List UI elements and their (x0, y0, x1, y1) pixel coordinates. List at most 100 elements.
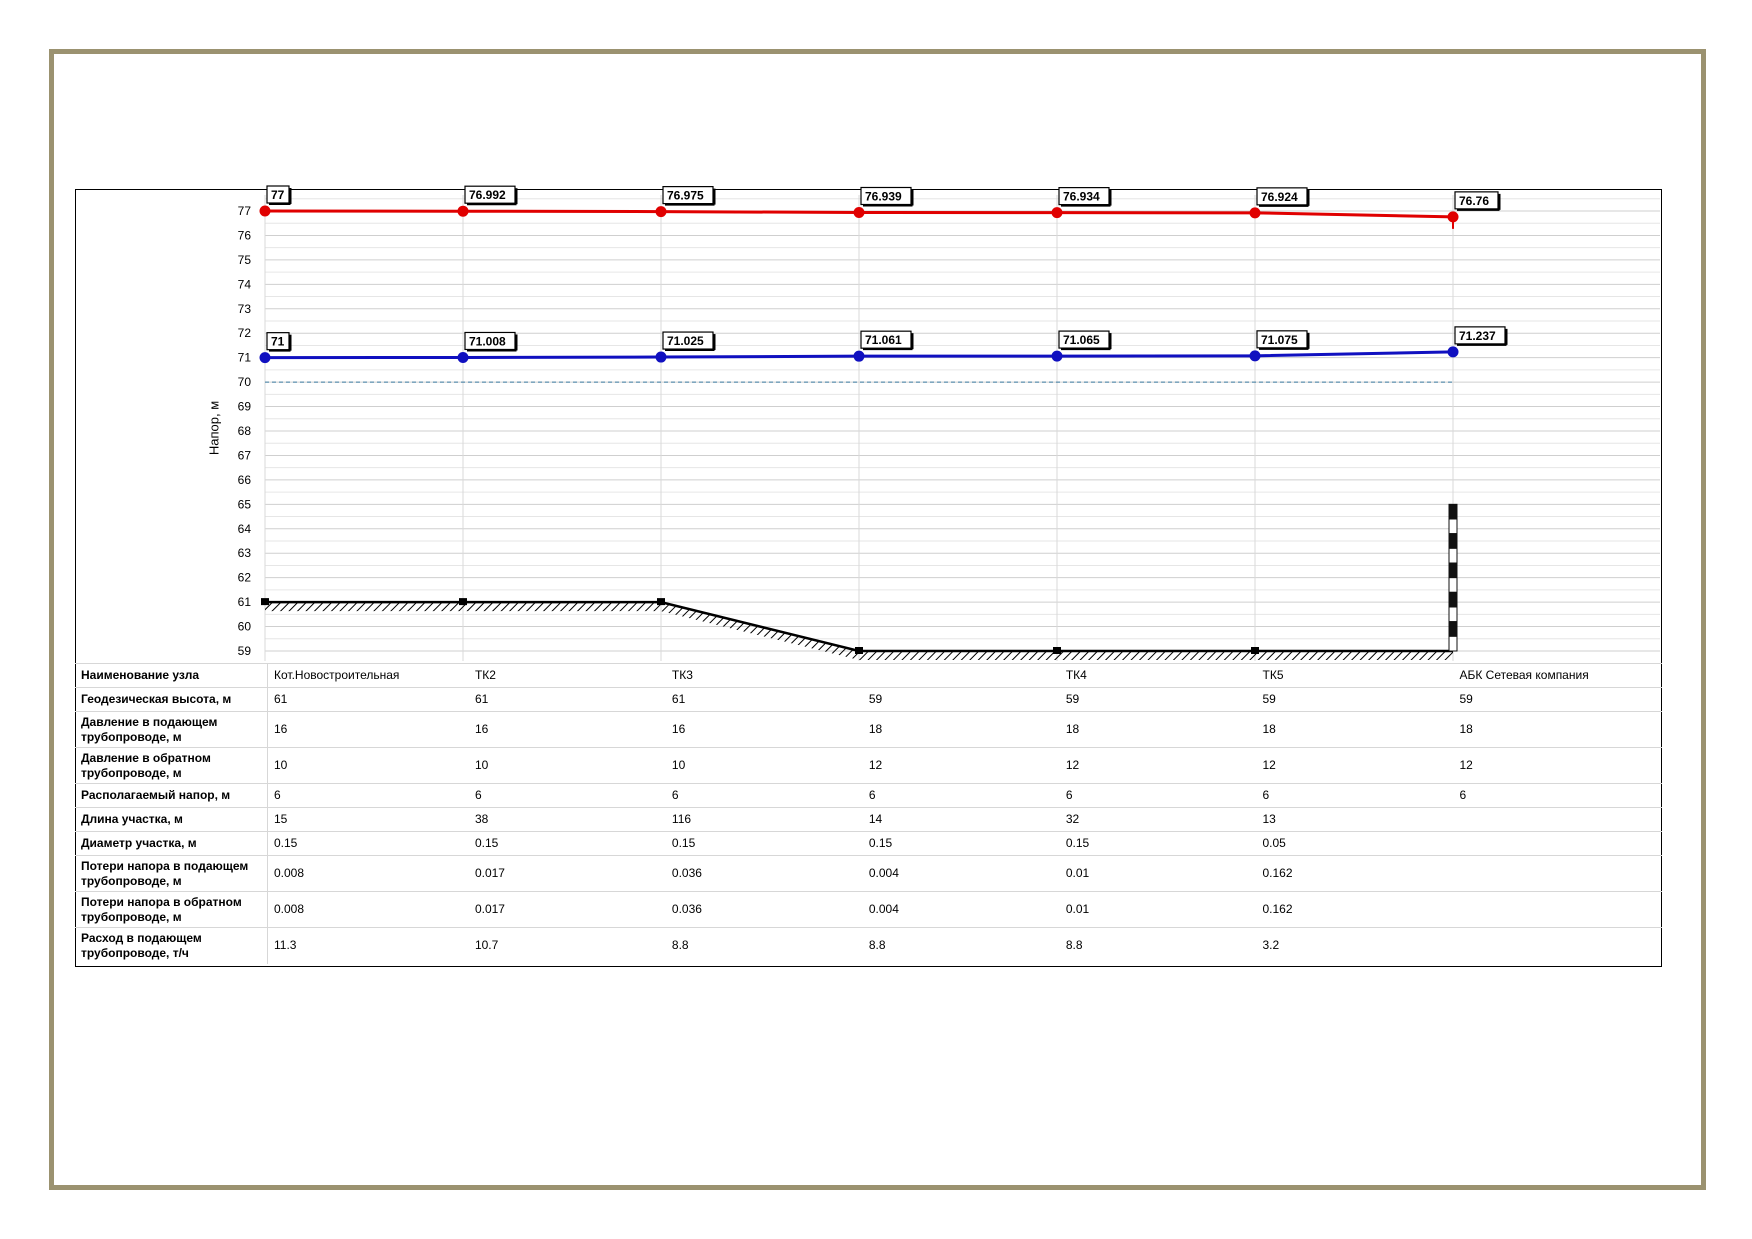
table-cell: Кот.Новостроительная (267, 663, 469, 688)
consumer-marker-segment (1448, 635, 1458, 652)
table-cell: 18 (1059, 711, 1257, 748)
table-row: Давление в подающем трубопроводе, м 16 16 1… (75, 711, 1662, 748)
table-cell: 0.162 (1256, 855, 1454, 892)
table-cell: 0.036 (665, 855, 863, 892)
table-cell (1453, 927, 1662, 964)
table-row: Наименование узла Кот.Новостроительная ТК2… (75, 663, 1662, 688)
y-axis-ticks: 59 60 61 62 63 64 65 66 67 68 69 70 71 72 73 74 75 76 77 (238, 204, 252, 658)
table-cell: 3.2 (1256, 927, 1454, 964)
table-row: Расход в подающем трубопроводе, т/ч 11.3 1… (75, 927, 1662, 964)
table-cell: 61 (267, 687, 469, 712)
return-point (1447, 346, 1459, 358)
supply-point (1249, 207, 1261, 219)
y-tick-label: 67 (238, 448, 252, 462)
row-label: Диаметр участка, м (75, 831, 268, 856)
return-data-label: 71 (271, 335, 285, 349)
row-label: Наименование узла (75, 663, 268, 688)
y-tick-label: 60 (238, 620, 252, 634)
table-cell: 116 (665, 807, 863, 832)
table-cell: 0.008 (267, 891, 469, 928)
table-cell: 10.7 (468, 927, 666, 964)
table-cell: ТК5 (1256, 663, 1454, 688)
table-cell: 18 (1256, 711, 1454, 748)
table-cell (1453, 831, 1662, 856)
table-cell (862, 663, 1060, 688)
return-data-label: 71.075 (1261, 333, 1298, 347)
y-tick-label: 65 (238, 497, 252, 511)
table-cell: 0.15 (1059, 831, 1257, 856)
terrain-point (657, 598, 665, 606)
terrain-point (1053, 647, 1061, 654)
supply-data-label: 76.76 (1459, 194, 1489, 208)
supply-data-label: 76.934 (1063, 190, 1100, 204)
table-row: Потери напора в обратном трубопроводе, м… (75, 891, 1662, 928)
table-cell: 10 (468, 747, 666, 784)
supply-point (1051, 207, 1063, 219)
table-cell: 0.017 (468, 891, 666, 928)
table-cell: 16 (267, 711, 469, 748)
row-label: Расход в подающем трубопроводе, т/ч (75, 927, 268, 964)
table-cell: 59 (862, 687, 1060, 712)
supply-point (853, 206, 865, 218)
head-profile-chart: 59 60 61 62 63 64 65 66 67 68 69 70 71 72 73 74 75 76 77 7… (238, 185, 1660, 661)
table-cell: 59 (1256, 687, 1454, 712)
table-cell: 8.8 (665, 927, 863, 964)
row-label: Длина участка, м (75, 807, 268, 832)
table-cell: 0.05 (1256, 831, 1454, 856)
table-cell: 6 (1256, 783, 1454, 808)
consumer-marker-segment (1448, 547, 1458, 564)
return-data-label: 71.061 (865, 333, 902, 347)
table-cell: 0.01 (1059, 891, 1257, 928)
table-cell: 13 (1256, 807, 1454, 832)
table-cell: 6 (468, 783, 666, 808)
table-cell: 6 (267, 783, 469, 808)
table-cell: 16 (665, 711, 863, 748)
table-cell: ТК3 (665, 663, 863, 688)
table-cell: 14 (862, 807, 1060, 832)
supply-data-label: 77 (271, 188, 285, 202)
table-cell: 38 (468, 807, 666, 832)
y-tick-label: 63 (238, 546, 252, 560)
supply-data-label: 76.975 (667, 189, 704, 203)
table-cell: 11.3 (267, 927, 469, 964)
y-tick-label: 64 (238, 522, 252, 536)
supply-point (655, 206, 667, 218)
consumer-marker-segment (1448, 621, 1458, 637)
terrain-point (855, 647, 863, 654)
terrain-point (261, 598, 269, 606)
table-cell: 8.8 (1059, 927, 1257, 964)
node-data-table: Наименование узла Кот.Новостроительная ТК2… (75, 663, 1662, 964)
table-cell: 0.036 (665, 891, 863, 928)
table-cell: 12 (1059, 747, 1257, 784)
row-label: Геодезическая высота, м (75, 687, 268, 712)
table-row: Диаметр участка, м 0.15 0.15 0.15 0.15 0.15 0.… (75, 831, 1662, 856)
table-cell: 59 (1059, 687, 1257, 712)
consumer-marker (1448, 503, 1458, 652)
table-cell: 12 (1453, 747, 1662, 784)
y-tick-label: 59 (238, 644, 252, 658)
table-cell: 16 (468, 711, 666, 748)
consumer-marker-segment (1448, 591, 1458, 608)
return-data-label: 71.237 (1459, 329, 1496, 343)
table-row: Располагаемый напор, м6666666 (75, 783, 1662, 808)
table-cell: 0.15 (862, 831, 1060, 856)
table-cell: 0.004 (862, 855, 1060, 892)
table-cell: 0.15 (267, 831, 469, 856)
table-row: Геодезическая высота, м 61 61 61 59 59 59 59 (75, 687, 1662, 712)
supply-data-label: 76.924 (1261, 190, 1298, 204)
table-cell: 59 (1453, 687, 1662, 712)
table-cell: 0.004 (862, 891, 1060, 928)
y-tick-label: 71 (238, 351, 252, 365)
return-point (1249, 350, 1261, 362)
row-label: Потери напора в обратном трубопроводе, м (75, 891, 268, 928)
table-row: Длина участка, м 15 38 116 14 32 13 (75, 807, 1662, 832)
terrain-point (1251, 647, 1259, 654)
supply-point (259, 205, 271, 217)
return-data-label: 71.025 (667, 334, 704, 348)
consumer-marker-segment (1448, 533, 1458, 549)
table-cell: 0.008 (267, 855, 469, 892)
table-cell (1453, 807, 1662, 832)
table-cell: 12 (862, 747, 1060, 784)
y-tick-label: 62 (238, 571, 252, 585)
supply-series: 77 76.992 76.975 76.939 76.934 76.924 76.76 (259, 185, 1501, 229)
